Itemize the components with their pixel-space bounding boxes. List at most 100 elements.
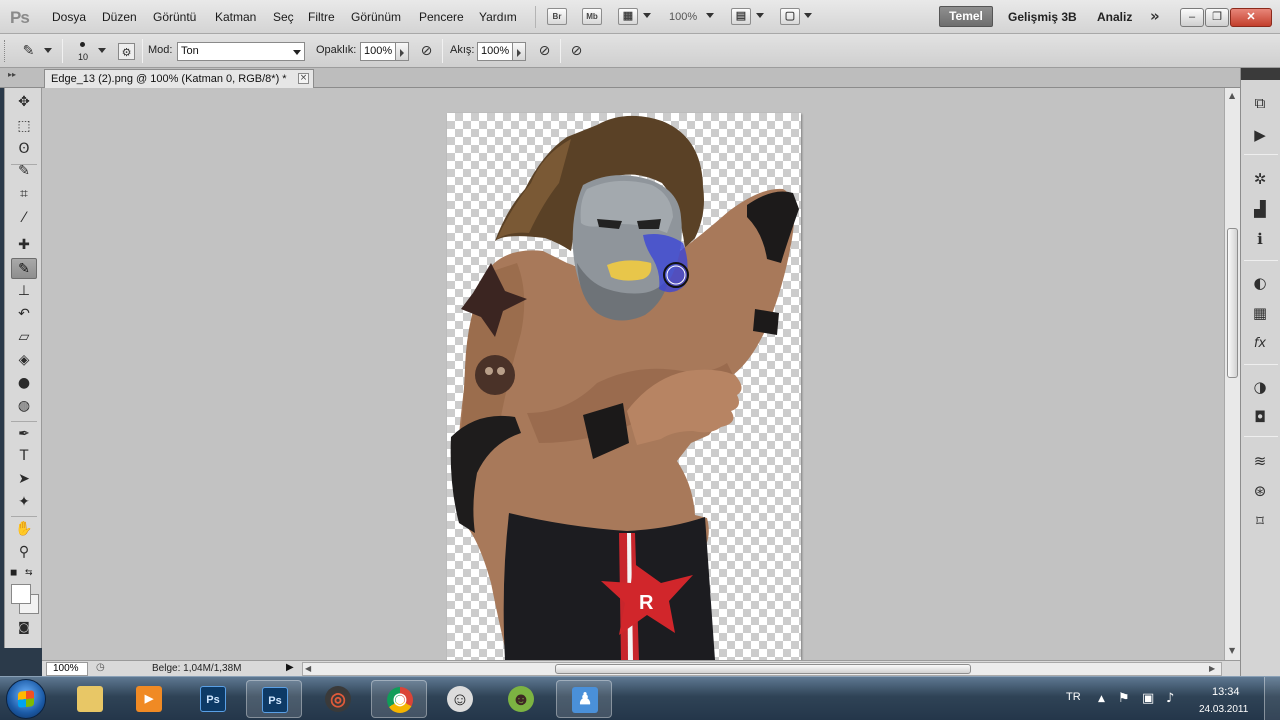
network-icon[interactable]: ▣ [1142,691,1154,706]
opacity-field[interactable]: 100% [360,42,396,61]
dodge-tool[interactable]: ◍ [11,396,37,417]
taskbar-messenger-1[interactable]: ☺ [432,680,488,718]
type-tool[interactable]: T [11,446,37,467]
workspace-temel[interactable]: Temel [939,6,993,27]
status-info-icon[interactable]: ◷ [96,662,105,673]
close-window-button[interactable]: ✕ [1230,8,1272,27]
pen-tool[interactable]: ✒ [11,424,37,445]
mini-bridge-button[interactable]: Mb [582,8,602,25]
horizontal-scroll-thumb[interactable] [555,664,971,674]
menu-sec[interactable]: Seç [273,10,294,24]
taskbar-record-app[interactable]: ◎ [310,680,366,718]
history-icon[interactable]: ⧉ [1249,92,1271,114]
quick-mask-button[interactable]: ◙ [11,617,37,638]
hand-tool[interactable]: ✋ [11,519,37,540]
crop-tool[interactable]: ⌗ [11,184,37,205]
vertical-scrollbar[interactable]: ▲ ▼ [1224,88,1240,660]
brush-tool[interactable]: ✎ [11,258,37,279]
zoom-dropdown-icon[interactable] [706,13,714,18]
screen-mode-button[interactable]: ▢ [780,8,800,25]
clock-time[interactable]: 13:34 [1212,686,1240,698]
scroll-up-icon[interactable]: ▲ [1229,91,1235,100]
volume-icon[interactable]: ♪ [1166,691,1174,706]
brush-picker-dropdown-icon[interactable] [98,48,106,53]
paths-icon[interactable]: ⌑ [1249,510,1271,532]
dock-header[interactable] [1241,68,1280,80]
channels-icon[interactable]: ⊛ [1249,480,1271,502]
paint-bucket-tool[interactable]: ◈ [11,350,37,371]
histogram-icon[interactable]: ▟ [1249,198,1271,220]
action-center-flag-icon[interactable]: ⚑ [1118,691,1130,706]
menu-duzen[interactable]: Düzen [102,10,137,24]
menu-dosya[interactable]: Dosya [52,10,86,24]
scroll-right-icon[interactable]: ▶ [1209,664,1215,673]
clone-stamp-tool[interactable]: ⊥ [11,281,37,302]
taskbar-media-player[interactable]: ▶ [121,680,177,718]
status-menu-arrow-icon[interactable]: ▶ [286,662,294,673]
view-extras-dropdown-icon[interactable] [643,13,651,18]
history-brush-tool[interactable]: ↶ [11,304,37,325]
menu-goruntu[interactable]: Görüntü [153,10,196,24]
move-tool[interactable]: ✥ [11,92,37,113]
foreground-color-swatch[interactable] [11,584,31,604]
taskbar-live-messenger[interactable]: ♟ [556,680,612,718]
taskbar-photoshop-active[interactable]: Ps [246,680,302,718]
info-icon[interactable]: ℹ [1249,228,1271,250]
flow-slider-button[interactable] [513,42,526,61]
adjustments-icon[interactable]: ◑ [1249,376,1271,398]
styles-icon[interactable]: fx [1249,333,1271,355]
mode-select[interactable]: Ton [177,42,305,61]
swap-colors-icon[interactable]: ⇆ [25,568,33,578]
eyedropper-tool[interactable]: ⁄ [11,208,37,229]
zoom-tool[interactable]: ⚲ [11,542,37,563]
workspace-gelismis-3b[interactable]: Gelişmiş 3B [1008,10,1077,24]
blur-tool[interactable]: ● [11,373,37,394]
pressure-size-icon[interactable]: ⊘ [568,43,585,60]
brush-preset-icon[interactable]: ✎ [20,43,37,60]
scroll-left-icon[interactable]: ◀ [305,664,311,673]
screen-mode-dropdown-icon[interactable] [804,13,812,18]
taskbar-messenger-2[interactable]: ☻ [493,680,549,718]
taskbar-chrome[interactable]: ◉ [371,680,427,718]
opacity-slider-button[interactable] [396,42,409,61]
menu-gorunum[interactable]: Görünüm [351,10,401,24]
document-tab[interactable]: Edge_13 (2).png @ 100% (Katman 0, RGB/8*… [44,69,314,88]
mode-dropdown-icon[interactable] [293,50,301,55]
lasso-tool[interactable]: ʘ [11,139,37,160]
show-hidden-icons-icon[interactable]: ▲ [1098,694,1105,704]
horizontal-scrollbar[interactable]: ◀ ▶ [302,662,1222,676]
quick-selection-tool[interactable]: ✎ [11,161,37,182]
vertical-scroll-thumb[interactable] [1227,228,1238,378]
start-button[interactable] [6,679,46,719]
arrange-documents-button[interactable]: ▤ [731,8,751,25]
close-tab-icon[interactable]: × [298,73,309,84]
healing-brush-tool[interactable]: ✚ [11,235,37,256]
restore-button[interactable]: ❐ [1205,8,1229,27]
collapse-toolbox-icon[interactable]: ▸▸ [8,70,16,79]
zoom-level[interactable]: 100% [669,11,697,23]
airbrush-icon[interactable]: ⊘ [536,43,553,60]
taskbar-explorer[interactable] [62,680,118,718]
menu-yardim[interactable]: Yardım [479,10,517,24]
menu-filtre[interactable]: Filtre [308,10,335,24]
actions-icon[interactable]: ▶ [1249,124,1271,146]
default-colors-icon[interactable]: ◼ [10,568,17,578]
marquee-tool[interactable]: ⬚ [11,116,37,137]
navigator-icon[interactable]: ✲ [1249,168,1271,190]
document-canvas[interactable]: R [447,113,801,660]
options-grip[interactable] [4,40,7,62]
language-indicator[interactable]: TR [1066,691,1081,703]
workspace-analiz[interactable]: Analiz [1097,10,1132,24]
more-workspaces-icon[interactable]: » [1150,7,1160,25]
menu-pencere[interactable]: Pencere [419,10,464,24]
bridge-button[interactable]: Br [547,8,567,25]
status-zoom-field[interactable]: 100% [46,662,88,676]
menu-katman[interactable]: Katman [215,10,256,24]
scroll-down-icon[interactable]: ▼ [1229,646,1235,655]
clock-date[interactable]: 24.03.2011 [1199,704,1248,715]
brush-panel-toggle-icon[interactable]: ⚙ [118,43,135,60]
taskbar-photoshop-pinned[interactable]: Ps [185,680,241,718]
shape-tool[interactable]: ✦ [11,492,37,513]
canvas-area[interactable]: R [42,88,1224,660]
minimize-button[interactable]: – [1180,8,1204,27]
